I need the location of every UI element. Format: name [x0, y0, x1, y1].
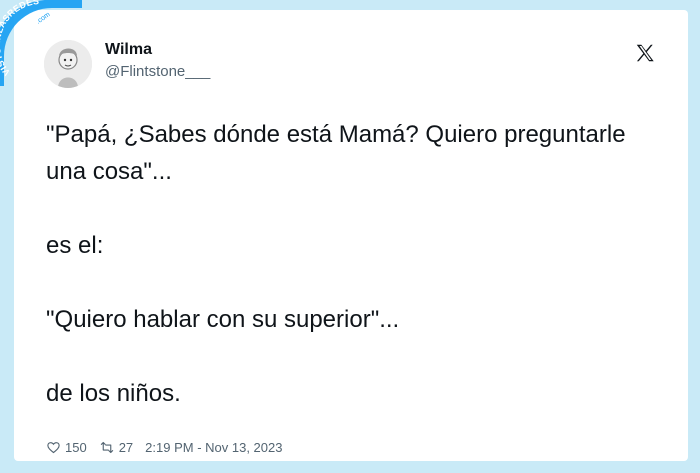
tweet-line: es el: [46, 232, 104, 259]
retweet-icon [100, 441, 113, 454]
author-handle[interactable]: @Flintstone___ [105, 63, 210, 80]
x-logo-icon[interactable] [634, 42, 656, 64]
heart-icon [47, 442, 60, 454]
watermark-badge: VISTOENLASREDES .com [0, 0, 82, 86]
like-metric[interactable]: 150 [46, 440, 87, 455]
retweet-metric[interactable]: 27 [99, 440, 133, 455]
tweet-line: de los niños. [46, 380, 181, 407]
tweet-timestamp[interactable]: 2:19 PM - Nov 13, 2023 [145, 440, 282, 455]
retweet-count: 27 [118, 440, 134, 455]
tweet-line: "Quiero hablar con su superior"... [46, 306, 400, 333]
tweet-footer: 150 27 2:19 PM - Nov 13, 2023 [46, 440, 282, 455]
watermark-suffix: .com [35, 11, 52, 26]
tweet-card: Wilma @Flintstone___ "Papá, ¿Sabes dónde… [14, 10, 688, 461]
like-count: 150 [65, 440, 87, 455]
author-name[interactable]: Wilma [105, 41, 152, 59]
tweet-text: "Papá, ¿Sabes dónde está Mamá? Quiero pr… [46, 116, 646, 412]
tweet-line: "Papá, ¿Sabes dónde está Mamá? Quiero pr… [46, 121, 626, 185]
